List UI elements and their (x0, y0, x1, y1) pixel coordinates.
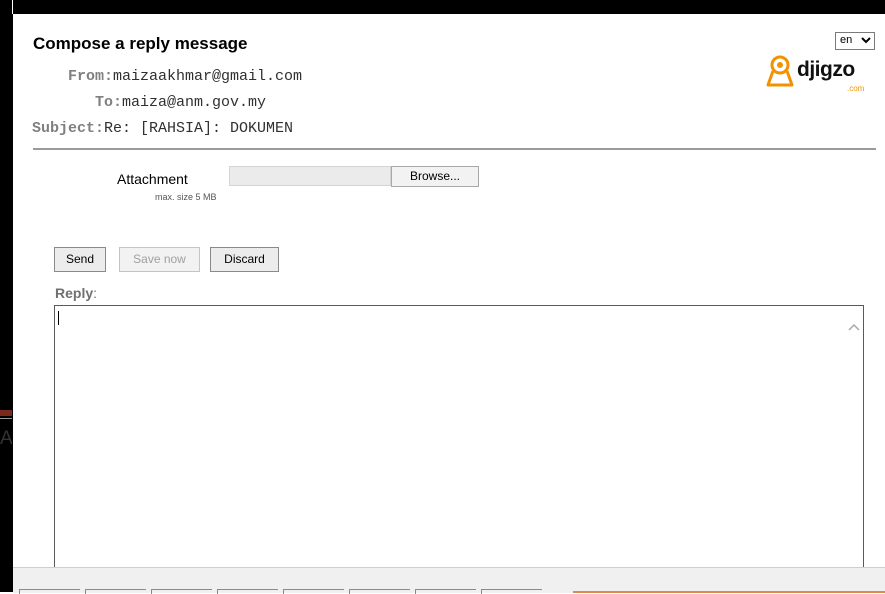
from-value: maizaakhmar@gmail.com (113, 68, 303, 85)
language-select-value: en (840, 34, 853, 46)
to-row: To:maiza@anm.gov.my (95, 94, 266, 111)
header-divider (33, 148, 876, 150)
to-value: maiza@anm.gov.my (122, 94, 267, 111)
dialog-title: Compose a reply message (33, 34, 248, 53)
djigzo-logo: djigzo .com (765, 54, 875, 104)
text-caret (58, 311, 59, 325)
send-button[interactable]: Send (54, 247, 106, 272)
scroll-up-icon[interactable] (847, 320, 861, 335)
status-accent-bar (573, 591, 885, 593)
compose-reply-dialog: Compose a reply message en djigzo .com F… (12, 0, 885, 594)
attachment-size-note: max. size 5 MB (155, 192, 217, 202)
to-label: To: (95, 94, 123, 111)
subject-value: Re: [RAHSIA]: DOKUMEN (104, 120, 294, 137)
reply-label-text: Reply (55, 285, 94, 301)
attachment-label: Attachment (117, 171, 188, 187)
background-text: A (0, 428, 12, 449)
background-strip (0, 410, 12, 416)
attachment-file-input[interactable] (229, 166, 391, 186)
save-now-button[interactable]: Save now (119, 247, 200, 272)
reply-label-colon: : (93, 285, 98, 301)
logo-wordmark: djigzo (797, 58, 855, 81)
subject-row: Subject:Re: [RAHSIA]: DOKUMEN (32, 120, 293, 137)
discard-button[interactable]: Discard (210, 247, 279, 272)
language-select[interactable]: en (835, 32, 875, 50)
from-row: From:maizaakhmar@gmail.com (68, 68, 302, 85)
chevron-down-icon (861, 33, 871, 50)
reply-textarea[interactable] (54, 305, 864, 570)
from-label: From: (68, 68, 114, 85)
logo-domain-suffix: .com (847, 84, 865, 93)
subject-label: Subject: (32, 120, 105, 137)
browse-button[interactable]: Browse... (391, 166, 479, 187)
background-rule (0, 418, 12, 419)
dialog-top-border (13, 0, 885, 14)
background-window (0, 0, 12, 592)
logo-pin-icon (766, 55, 794, 87)
status-bar (13, 567, 885, 594)
reply-label: Reply: (55, 285, 97, 301)
